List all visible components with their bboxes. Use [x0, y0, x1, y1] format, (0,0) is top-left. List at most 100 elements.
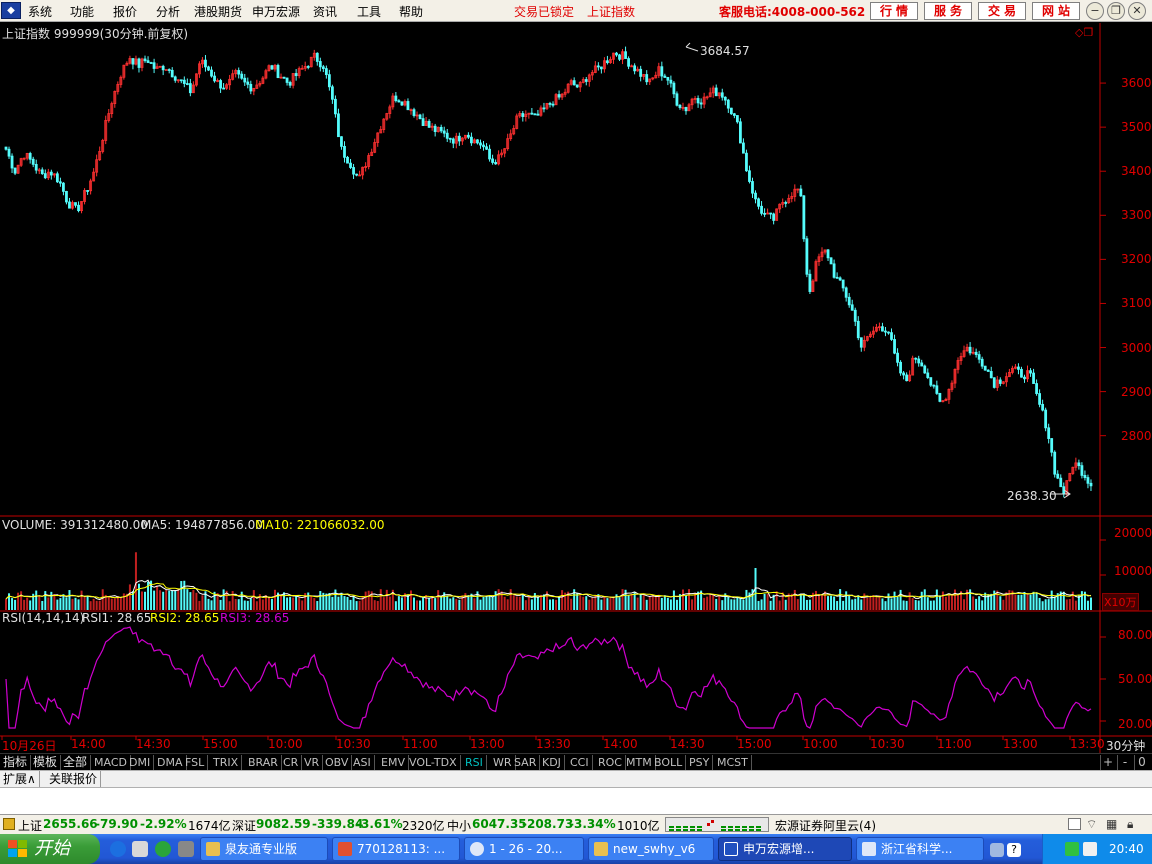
indicator-tab-mcst[interactable]: MCST [714, 755, 752, 770]
candle-body [1029, 370, 1032, 374]
clock[interactable]: 20:40 [1109, 842, 1144, 856]
task-browser[interactable]: 1 - 26 - 20... [464, 837, 584, 861]
low-price-label: 2638.30 [1007, 489, 1057, 503]
volume-bar [1044, 599, 1047, 610]
chart-settings-icon[interactable]: ◇❐ [1075, 26, 1093, 39]
media-icon[interactable] [155, 841, 171, 857]
tab-0[interactable]: 指标 [0, 755, 32, 770]
arrow-icon[interactable] [178, 841, 194, 857]
menu-system[interactable]: 系统 [28, 3, 52, 20]
candle-body [917, 358, 921, 364]
server-name[interactable]: 宏源证券阿里云(4) [775, 817, 876, 834]
candle-body [533, 113, 537, 116]
task-quanyoutong[interactable]: 泉友通专业版 [200, 837, 328, 861]
volume-bar [183, 580, 186, 610]
indicator-tab-fsl[interactable]: FSL [182, 755, 209, 770]
candle-body [645, 74, 649, 83]
indicator-tab-kdj[interactable]: KDJ [539, 755, 565, 770]
indicator-tab-cr[interactable]: CR [280, 755, 303, 770]
indicator-tab-psy[interactable]: PSY [686, 755, 714, 770]
menu-bar: ◆ 系统 功能 报价 分析 港股期货 申万宏源 资讯 工具 帮助 交易已锁定 上… [0, 0, 1152, 22]
zoom-out-button[interactable]: - [1117, 755, 1132, 770]
sz-name[interactable]: 深证 [232, 817, 256, 834]
volume-bar [736, 597, 739, 610]
app-logo-icon[interactable]: ◆ [1, 2, 21, 19]
indicator-tab-roc[interactable]: ROC [595, 755, 626, 770]
volume-bar [440, 596, 443, 610]
volume-bar [957, 595, 959, 610]
related-quote-button[interactable]: 关联报价 [46, 771, 102, 787]
candle-body [536, 113, 540, 116]
menu-swhy[interactable]: 申万宏源 [252, 3, 300, 20]
alert-icon[interactable] [3, 818, 15, 830]
start-button[interactable]: 开始 [0, 834, 100, 864]
task-swhy-app[interactable]: 申万宏源增... [718, 837, 852, 861]
indicator-tab-rsi[interactable]: RSI [462, 755, 487, 770]
candle-body [167, 69, 171, 71]
minimize-icon[interactable]: − [1086, 2, 1104, 20]
tab-1[interactable]: 模板 [30, 755, 62, 770]
close-icon[interactable]: ✕ [1128, 2, 1146, 20]
indicator-tab-obv[interactable]: OBV [322, 755, 353, 770]
nav-website-button[interactable]: 网站 [1032, 2, 1080, 20]
document-icon [862, 842, 876, 856]
volume-bar [935, 589, 938, 610]
reset-button[interactable]: 0 [1134, 755, 1149, 770]
panel-toggle-icon[interactable] [1068, 818, 1081, 830]
indicator-tab-macd[interactable]: MACD [91, 755, 131, 770]
indicator-tab-emv[interactable]: EMV [378, 755, 409, 770]
trade-lock-status[interactable]: 交易已锁定 [514, 3, 574, 20]
ie-icon[interactable] [110, 841, 126, 857]
restore-icon[interactable]: ❐ [1107, 2, 1125, 20]
volume-bar [53, 593, 56, 610]
indicator-tab-brar[interactable]: BRAR [245, 755, 282, 770]
tab-2[interactable]: 全部 [60, 755, 92, 770]
kline-chart[interactable] [0, 23, 1152, 753]
kline-chart-area[interactable]: 上证指数 999999(30分钟.前复权) ◇❐ 3684.57 2638.30… [0, 23, 1152, 753]
indicator-tab-dmi[interactable]: DMI [126, 755, 155, 770]
indicator-tab-vr[interactable]: VR [301, 755, 324, 770]
menu-function[interactable]: 功能 [70, 3, 94, 20]
volume-bar [198, 600, 201, 610]
nav-market-button[interactable]: 行情 [870, 2, 918, 20]
expand-button[interactable]: 扩展∧ [0, 771, 40, 787]
volume-ma10-label: MA10: 221066032.00 [255, 518, 385, 532]
candle-body [276, 64, 280, 78]
volume-bar [914, 600, 917, 610]
lock-icon[interactable]: 🔒︎ [1127, 817, 1133, 832]
indicator-tab-asi[interactable]: ASI [350, 755, 375, 770]
indicator-tab-boll[interactable]: BOLL [651, 755, 687, 770]
wireless-icon[interactable]: ⌔ [1086, 817, 1097, 832]
sh-name[interactable]: 上证 [18, 817, 42, 834]
tray-play-icon[interactable] [1065, 842, 1079, 856]
help-icon[interactable]: ? [1007, 843, 1021, 857]
menu-analysis[interactable]: 分析 [156, 3, 180, 20]
menu-hk-futures[interactable]: 港股期货 [194, 3, 242, 20]
indicator-tab-cci[interactable]: CCI [567, 755, 593, 770]
volume-bar [446, 596, 449, 610]
nav-service-button[interactable]: 服务 [924, 2, 972, 20]
volume-bar [990, 593, 993, 610]
indicator-tab-trix[interactable]: TRIX [210, 755, 243, 770]
zoom-in-button[interactable]: + [1100, 755, 1115, 770]
menu-info[interactable]: 资讯 [313, 3, 337, 20]
task-zhejiang[interactable]: 浙江省科学... [856, 837, 984, 861]
tray-volume-icon[interactable] [1083, 842, 1097, 856]
task-qq[interactable]: 770128113: ... [332, 837, 460, 861]
menu-help[interactable]: 帮助 [399, 3, 423, 20]
calculator-icon[interactable]: ▦ [1106, 817, 1117, 831]
indicator-tab-sar[interactable]: SAR [511, 755, 541, 770]
volume-bar [1068, 599, 1071, 610]
zx-name[interactable]: 中小 [447, 817, 471, 834]
candle-body [288, 82, 292, 86]
period-label[interactable]: 30分钟 [1106, 737, 1145, 754]
nav-trade-button[interactable]: 交易 [978, 2, 1026, 20]
desktop-icon[interactable] [132, 841, 148, 857]
keyboard-icon[interactable] [990, 843, 1004, 857]
task-folder-swhy[interactable]: new_swhy_v6 [588, 837, 714, 861]
indicator-tab-vol-tdx[interactable]: VOL-TDX [406, 755, 461, 770]
volume-bar [467, 595, 470, 610]
time-tick-label: 15:00 [737, 737, 772, 751]
menu-tools[interactable]: 工具 [357, 3, 381, 20]
menu-quote[interactable]: 报价 [113, 3, 137, 20]
